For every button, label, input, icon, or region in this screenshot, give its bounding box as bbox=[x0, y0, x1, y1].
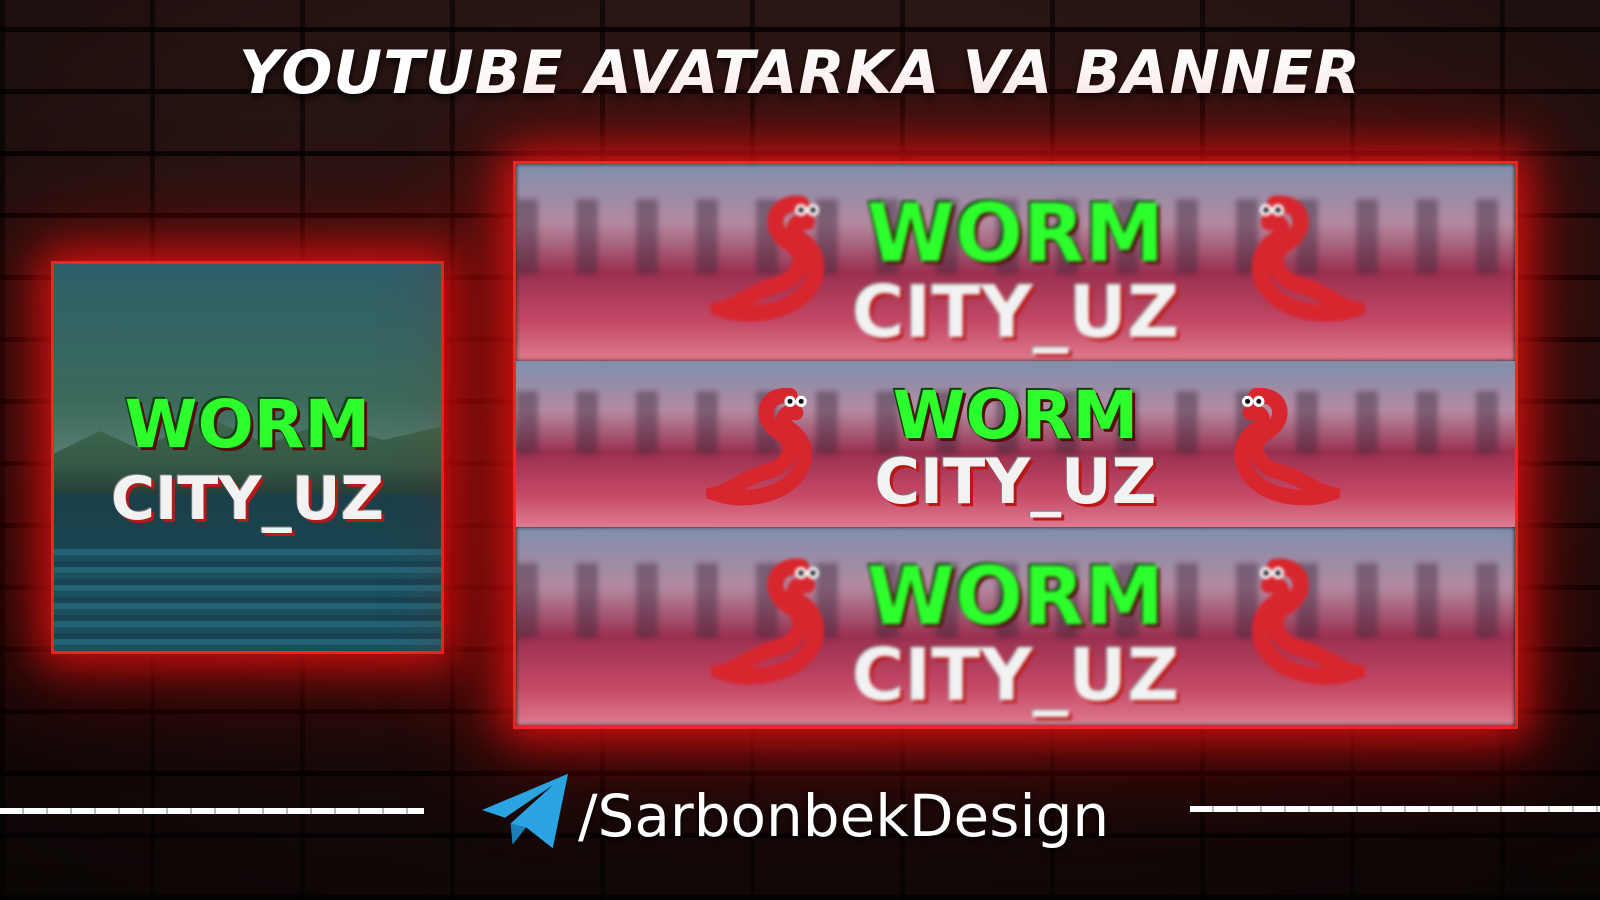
worm-mascot-icon bbox=[1234, 388, 1340, 506]
avatar-water bbox=[54, 549, 441, 651]
avatar-preview: WORM CITY_UZ bbox=[54, 264, 441, 651]
banner-preview-1: WORM CITY_UZ bbox=[516, 164, 1515, 361]
avatar-logo-line2: CITY_UZ bbox=[111, 464, 384, 534]
telegram-handle[interactable]: /SarbonbekDesign bbox=[578, 782, 1109, 850]
banner-1-line1: WORM bbox=[866, 187, 1165, 280]
banner-stack: WORM CITY_UZ WORM CITY_UZ WORM CITY_UZ bbox=[516, 164, 1515, 726]
banner-preview-3: WORM CITY_UZ bbox=[516, 527, 1515, 726]
telegram-icon[interactable] bbox=[478, 768, 574, 854]
footer-divider-left bbox=[0, 808, 424, 814]
worm-mascot-icon bbox=[1251, 558, 1365, 685]
footer-divider-right bbox=[1190, 806, 1600, 812]
banner-3-line2: CITY_UZ bbox=[851, 633, 1180, 717]
banner-2-line1: WORM bbox=[892, 377, 1139, 454]
banner-preview-2: WORM CITY_UZ bbox=[516, 361, 1515, 527]
banner-3-line1: WORM bbox=[866, 550, 1165, 643]
worm-mascot-icon bbox=[1251, 195, 1365, 322]
page-title: YOUTUBE AVATARKA VA BANNER bbox=[239, 38, 1361, 108]
avatar-logo-line1: WORM bbox=[124, 386, 371, 463]
banner-1-line2: CITY_UZ bbox=[851, 270, 1180, 354]
banner-2-line2: CITY_UZ bbox=[874, 445, 1157, 518]
